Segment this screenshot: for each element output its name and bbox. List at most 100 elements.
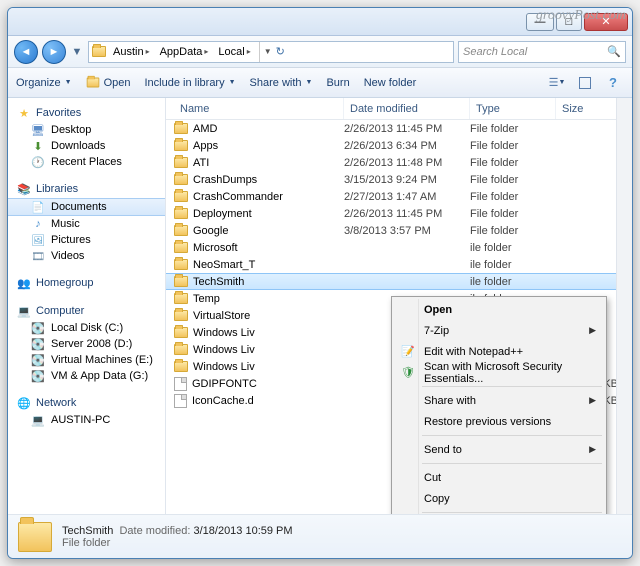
sidebar-libraries[interactable]: 📚Libraries [8, 180, 165, 198]
ctx-copy[interactable]: Copy [394, 488, 604, 509]
file-icon [174, 377, 187, 391]
file-row[interactable]: Microsoftile folder [166, 239, 632, 256]
separator [422, 463, 602, 464]
submenu-arrow-icon: ▶ [589, 325, 596, 336]
ctx-open[interactable]: Open [394, 299, 604, 320]
file-row[interactable]: Google3/8/2013 3:57 PMFile folder [166, 222, 632, 239]
ctx-scan-security[interactable]: 🛡Scan with Microsoft Security Essentials… [394, 362, 604, 383]
pictures-icon: 🖼 [30, 233, 46, 247]
status-name: TechSmith [62, 525, 113, 537]
col-type[interactable]: Type [470, 98, 556, 119]
sidebar-item-austin-pc[interactable]: 💻AUSTIN-PC [8, 412, 165, 428]
sidebar-item-music[interactable]: ♪Music [8, 216, 165, 232]
file-name: TechSmith [193, 276, 244, 288]
separator [422, 386, 602, 387]
file-name: IconCache.d [192, 395, 254, 407]
file-type: File folder [470, 208, 556, 220]
sidebar-item-drive-g[interactable]: 💽VM & App Data (G:) [8, 368, 165, 384]
file-row[interactable]: CrashDumps3/15/2013 9:24 PMFile folder [166, 171, 632, 188]
sidebar-item-drive-d[interactable]: 💽Server 2008 (D:) [8, 336, 165, 352]
recent-icon: 🕐 [30, 155, 46, 169]
file-row[interactable]: CrashCommander2/27/2013 1:47 AMFile fold… [166, 188, 632, 205]
status-type: File folder [62, 537, 293, 549]
organize-button[interactable]: Organize ▼ [16, 77, 72, 89]
folder-icon [174, 293, 188, 304]
breadcrumb-austin[interactable]: Austin▸ [109, 46, 154, 58]
drive-icon: 💽 [30, 321, 46, 335]
sidebar-item-pictures[interactable]: 🖼Pictures [8, 232, 165, 248]
vertical-scrollbar[interactable] [616, 98, 632, 514]
ctx-edit-notepad[interactable]: 📝Edit with Notepad++ [394, 341, 604, 362]
col-name[interactable]: Name [174, 98, 344, 119]
search-placeholder: Search Local [463, 46, 527, 58]
submenu-arrow-icon: ▶ [589, 395, 596, 406]
sidebar-item-recent[interactable]: 🕐Recent Places [8, 154, 165, 170]
file-row[interactable]: AMD2/26/2013 11:45 PMFile folder [166, 120, 632, 137]
minimize-button[interactable]: — [526, 13, 554, 31]
sidebar-favorites[interactable]: ★Favorites [8, 104, 165, 122]
sidebar-network[interactable]: 🌐Network [8, 394, 165, 412]
ctx-cut[interactable]: Cut [394, 467, 604, 488]
explorer-window: — □ ✕ ◄ ► ▼ Austin▸ AppData▸ Local▸ ▼ ↻ … [7, 7, 633, 559]
file-row[interactable]: NeoSmart_Tile folder [166, 256, 632, 273]
sidebar-item-desktop[interactable]: 🖥Desktop [8, 122, 165, 138]
sidebar-item-documents[interactable]: 📄Documents [8, 198, 165, 216]
file-date: 2/26/2013 6:34 PM [344, 140, 470, 152]
ctx-send-to[interactable]: Send to▶ [394, 439, 604, 460]
file-row[interactable]: ATI2/26/2013 11:48 PMFile folder [166, 154, 632, 171]
breadcrumb-appdata[interactable]: AppData▸ [156, 46, 213, 58]
navbar: ◄ ► ▼ Austin▸ AppData▸ Local▸ ▼ ↻ Search… [8, 36, 632, 68]
ctx-7zip[interactable]: 7-Zip▶ [394, 320, 604, 341]
file-row[interactable]: Apps2/26/2013 6:34 PMFile folder [166, 137, 632, 154]
view-options-button[interactable]: ☰ ▼ [546, 74, 568, 92]
dropdown-icon[interactable]: ▼ [264, 47, 272, 56]
maximize-button[interactable]: □ [556, 13, 582, 31]
folder-icon [174, 310, 188, 321]
close-button[interactable]: ✕ [584, 13, 628, 31]
sidebar-computer[interactable]: 💻Computer [8, 302, 165, 320]
sidebar-item-videos[interactable]: 🎞Videos [8, 248, 165, 264]
refresh-icon[interactable]: ↻ [276, 45, 285, 58]
breadcrumb-local[interactable]: Local▸ [214, 46, 254, 58]
burn-button[interactable]: Burn [326, 77, 349, 89]
column-headers: Name Date modified Type Size [166, 98, 632, 120]
library-icon: 📚 [16, 182, 32, 196]
share-with-button[interactable]: Share with ▼ [250, 77, 313, 89]
back-button[interactable]: ◄ [14, 40, 38, 64]
toolbar: Organize ▼ Open Include in library ▼ Sha… [8, 68, 632, 98]
open-button[interactable]: Open [86, 77, 131, 89]
search-input[interactable]: Search Local 🔍 [458, 41, 626, 63]
include-library-button[interactable]: Include in library ▼ [145, 77, 236, 89]
file-date: 2/27/2013 1:47 AM [344, 191, 470, 203]
preview-pane-button[interactable] [574, 74, 596, 92]
folder-icon [174, 157, 188, 168]
help-button[interactable]: ? [602, 74, 624, 92]
content-area: ★Favorites 🖥Desktop ⬇Downloads 🕐Recent P… [8, 98, 632, 514]
new-folder-button[interactable]: New folder [364, 77, 417, 89]
notepad-icon: 📝 [400, 345, 416, 358]
sidebar-item-drive-e[interactable]: 💽Virtual Machines (E:) [8, 352, 165, 368]
forward-button[interactable]: ► [42, 40, 66, 64]
status-text: TechSmith Date modified: 3/18/2013 10:59… [62, 525, 293, 549]
sidebar-item-drive-c[interactable]: 💽Local Disk (C:) [8, 320, 165, 336]
file-name: Microsoft [193, 242, 238, 254]
sidebar-homegroup[interactable]: 👥Homegroup [8, 274, 165, 292]
history-dropdown[interactable]: ▼ [70, 41, 84, 63]
ctx-share-with[interactable]: Share with▶ [394, 390, 604, 411]
shield-icon: 🛡 [400, 366, 416, 379]
ctx-restore-versions[interactable]: Restore previous versions [394, 411, 604, 432]
submenu-arrow-icon: ▶ [589, 444, 596, 455]
file-name: Deployment [193, 208, 252, 220]
folder-icon [174, 276, 188, 287]
sidebar-item-downloads[interactable]: ⬇Downloads [8, 138, 165, 154]
file-row[interactable]: Deployment2/26/2013 11:45 PMFile folder [166, 205, 632, 222]
network-icon: 🌐 [16, 396, 32, 410]
folder-icon [18, 522, 52, 552]
file-name: Google [193, 225, 228, 237]
titlebar: — □ ✕ [8, 8, 632, 36]
file-type: File folder [470, 140, 556, 152]
col-date[interactable]: Date modified [344, 98, 470, 119]
address-bar[interactable]: Austin▸ AppData▸ Local▸ ▼ ↻ [88, 41, 454, 63]
file-row[interactable]: TechSmithile folder [166, 273, 632, 290]
file-name: Windows Liv [193, 344, 255, 356]
